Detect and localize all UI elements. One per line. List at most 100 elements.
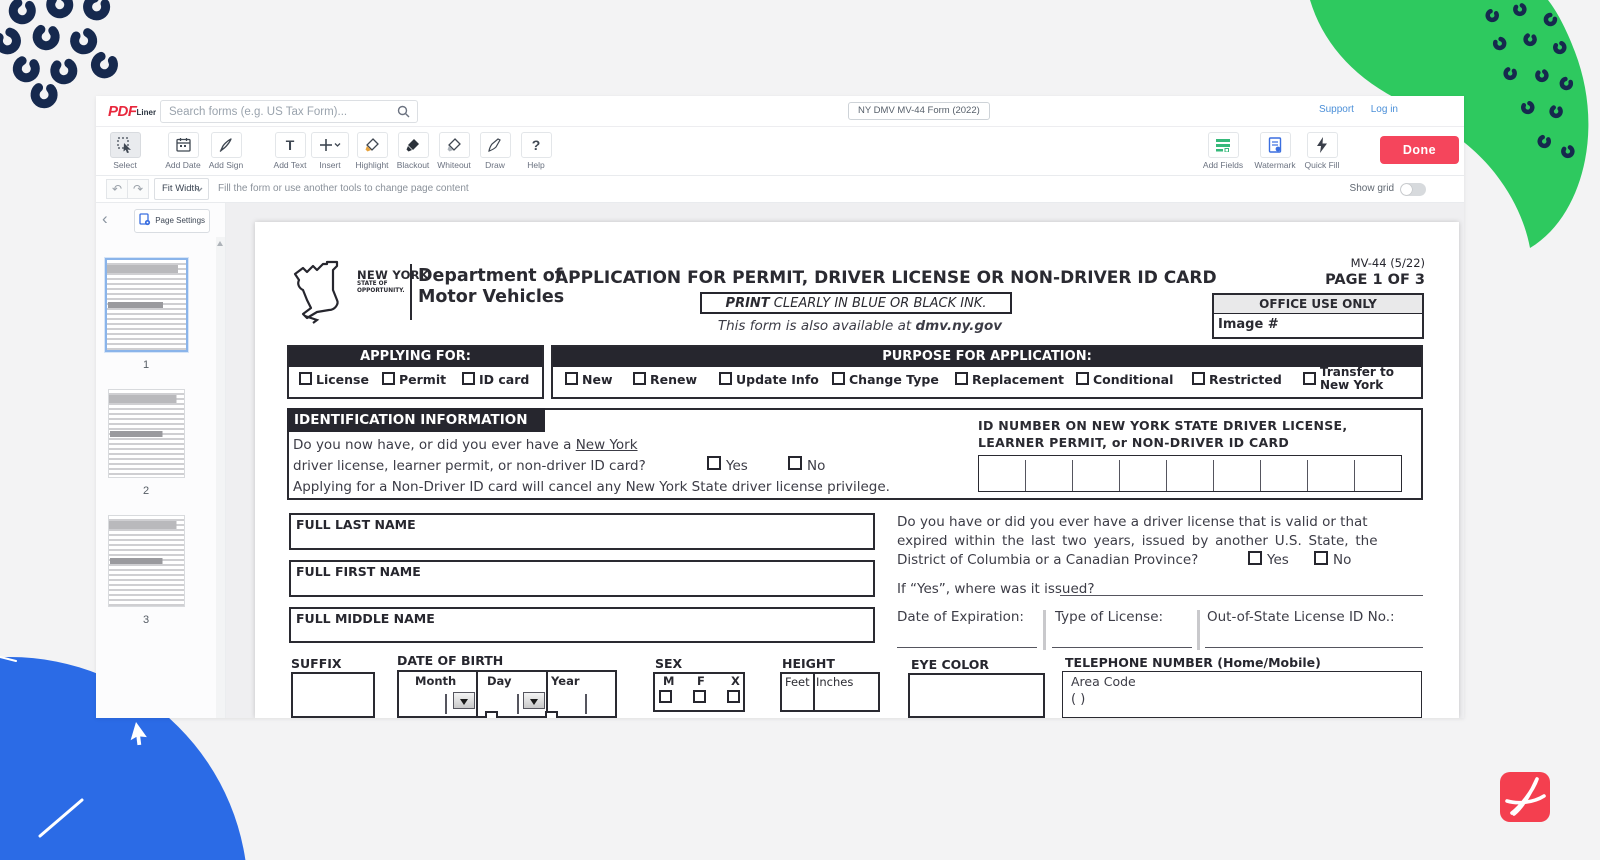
view-toolbar: ↶ ↷ Fit Width Fill the form or use anoth… bbox=[96, 176, 1464, 203]
document-title-badge: NY DMV MV-44 Form (2022) bbox=[848, 102, 990, 120]
form-title: APPLICATION FOR PERMIT, DRIVER LICENSE O… bbox=[555, 268, 1185, 288]
search-icon[interactable] bbox=[397, 105, 410, 118]
page-thumbnail-3[interactable] bbox=[108, 515, 185, 607]
print-instruction-box: PRINT CLEARLY IN BLUE OR BLACK INK. bbox=[700, 292, 1012, 314]
id-question-line2: driver license, learner permit, or non-d… bbox=[293, 458, 646, 474]
draw-button[interactable]: Draw bbox=[472, 132, 518, 170]
page-settings-button[interactable]: Page Settings bbox=[134, 209, 210, 233]
suffix-field[interactable] bbox=[291, 672, 375, 718]
pdfliner-logo[interactable]: PDFLiner bbox=[108, 103, 156, 120]
page-number-2: 2 bbox=[105, 485, 187, 497]
sex-label: SEX bbox=[655, 656, 682, 671]
scroll-up-icon[interactable] bbox=[217, 241, 223, 246]
search-input[interactable] bbox=[169, 101, 389, 122]
undo-button[interactable]: ↶ bbox=[106, 179, 128, 199]
other-license-line1: Do you have or did you ever have a drive… bbox=[897, 514, 1368, 530]
quick-fill-button[interactable]: Quick Fill bbox=[1299, 132, 1345, 170]
checkbox-cutoff-1[interactable] bbox=[485, 711, 498, 718]
where-issued-line[interactable] bbox=[1060, 578, 1423, 596]
office-use-box: OFFICE USE ONLY Image # bbox=[1212, 293, 1424, 339]
page-thumbnail-2[interactable] bbox=[108, 389, 185, 478]
redo-button[interactable]: ↷ bbox=[127, 179, 149, 199]
checkbox-change-type[interactable] bbox=[832, 372, 845, 385]
day-label: Day bbox=[487, 674, 511, 688]
suffix-label: SUFFIX bbox=[291, 656, 342, 671]
id-number-title-1: ID NUMBER ON NEW YORK STATE DRIVER LICEN… bbox=[978, 418, 1347, 433]
checkbox-replacement[interactable] bbox=[955, 372, 968, 385]
help-button[interactable]: ? Help bbox=[513, 132, 559, 170]
id-number-grid[interactable] bbox=[978, 455, 1402, 492]
checkbox-license[interactable] bbox=[299, 372, 312, 385]
add-date-button[interactable]: Add Date bbox=[160, 132, 206, 170]
select-tool-button[interactable]: Select bbox=[102, 132, 148, 170]
checkbox-conditional[interactable] bbox=[1076, 372, 1089, 385]
checkbox-update-info[interactable] bbox=[719, 372, 732, 385]
checkbox-other-yes[interactable] bbox=[1248, 551, 1262, 565]
page-thumbnail-1[interactable] bbox=[105, 258, 188, 352]
plus-chevron-icon bbox=[319, 138, 341, 152]
checkbox-sex-x[interactable] bbox=[727, 690, 740, 703]
eye-color-label: EYE COLOR bbox=[911, 657, 989, 672]
show-grid-toggle[interactable] bbox=[1400, 183, 1426, 196]
checkbox-transfer[interactable] bbox=[1303, 372, 1316, 385]
watermark-icon bbox=[1268, 137, 1282, 153]
purpose-header: PURPOSE FOR APPLICATION: bbox=[553, 347, 1421, 367]
whiteout-button[interactable]: Whiteout bbox=[431, 132, 477, 170]
checkbox-renew[interactable] bbox=[633, 372, 646, 385]
expiration-line[interactable] bbox=[897, 606, 1037, 648]
logo-opportunity-text: OPPORTUNITY. bbox=[357, 288, 405, 294]
blackout-button[interactable]: Blackout bbox=[390, 132, 436, 170]
collapse-sidebar-icon[interactable]: ‹ bbox=[102, 209, 108, 229]
add-sign-button[interactable]: Add Sign bbox=[203, 132, 249, 170]
login-link[interactable]: Log in bbox=[1371, 104, 1398, 115]
other-license-line2: expired within the last two years, issue… bbox=[897, 533, 1378, 549]
checkbox-permit[interactable] bbox=[382, 372, 395, 385]
checkbox-id-yes[interactable] bbox=[707, 456, 721, 470]
watermark-button[interactable]: Watermark bbox=[1252, 132, 1298, 170]
sidebar-scrollbar[interactable] bbox=[216, 237, 225, 718]
inches-label: Inches bbox=[816, 675, 853, 689]
add-fields-icon bbox=[1215, 138, 1231, 152]
checkbox-sex-f[interactable] bbox=[693, 690, 706, 703]
zoom-select[interactable]: Fit Width bbox=[154, 178, 209, 200]
checkbox-new[interactable] bbox=[565, 372, 578, 385]
ny-state-outline-icon bbox=[293, 260, 359, 324]
pdfliner-app-window: PDFLiner NY DMV MV-44 Form (2022) Suppor… bbox=[96, 96, 1464, 718]
page-number-1: 1 bbox=[105, 359, 187, 371]
checkbox-idcard[interactable] bbox=[462, 372, 475, 385]
id-cancel-note: Applying for a Non-Driver ID card will c… bbox=[293, 479, 890, 495]
eye-color-field[interactable] bbox=[908, 673, 1045, 718]
toggle-knob bbox=[1401, 184, 1412, 195]
done-button[interactable]: Done bbox=[1380, 136, 1459, 164]
dob-label: DATE OF BIRTH bbox=[397, 653, 503, 668]
last-name-field[interactable]: FULL LAST NAME bbox=[289, 513, 875, 550]
insert-button[interactable]: Insert bbox=[307, 132, 353, 170]
add-fields-button[interactable]: Add Fields bbox=[1200, 132, 1246, 170]
day-dropdown-button[interactable] bbox=[523, 692, 545, 709]
checkbox-other-no[interactable] bbox=[1314, 551, 1328, 565]
middle-name-field[interactable]: FULL MIDDLE NAME bbox=[289, 607, 875, 643]
office-use-header: OFFICE USE ONLY bbox=[1214, 295, 1422, 314]
workspace: ‹ Page Settings 1 2 3 NEW YORK bbox=[96, 203, 1464, 718]
support-link[interactable]: Support bbox=[1319, 104, 1354, 115]
id-question-line1: Do you now have, or did you ever have a … bbox=[293, 437, 638, 453]
page-indicator: PAGE 1 OF 3 bbox=[1215, 272, 1425, 288]
checkbox-restricted[interactable] bbox=[1192, 372, 1205, 385]
first-name-field[interactable]: FULL FIRST NAME bbox=[289, 560, 875, 597]
pen-icon bbox=[487, 137, 503, 153]
out-of-state-line[interactable] bbox=[1205, 606, 1423, 648]
search-box bbox=[160, 100, 418, 123]
month-dropdown-button[interactable] bbox=[453, 692, 475, 709]
checkbox-sex-m[interactable] bbox=[659, 690, 672, 703]
form-page-1[interactable]: NEW YORK STATE OF OPPORTUNITY. Departmen… bbox=[255, 222, 1459, 718]
other-license-line3: District of Columbia or a Canadian Provi… bbox=[897, 552, 1198, 568]
identification-header: IDENTIFICATION INFORMATION bbox=[287, 408, 545, 432]
logo-divider bbox=[410, 264, 412, 320]
checkbox-id-no[interactable] bbox=[788, 456, 802, 470]
highlight-button[interactable]: Highlight bbox=[349, 132, 395, 170]
availability-note: This form is also available at dmv.ny.go… bbox=[635, 318, 1085, 334]
year-label: Year bbox=[551, 674, 580, 688]
type-line[interactable] bbox=[1052, 606, 1192, 648]
image-number-label: Image # bbox=[1214, 314, 1422, 332]
checkbox-cutoff-2[interactable] bbox=[545, 711, 558, 718]
